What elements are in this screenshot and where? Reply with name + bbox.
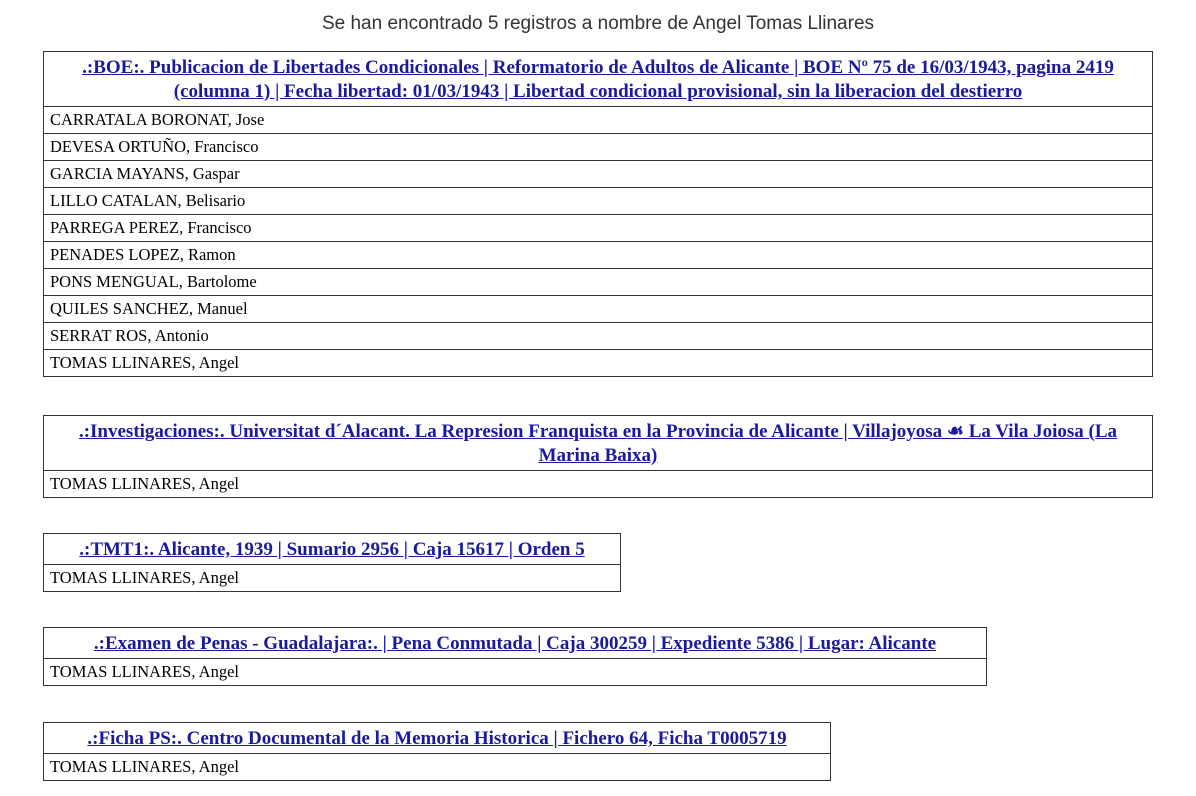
record-table-ficha-ps: .:Ficha PS:. Centro Documental de la Mem… <box>43 722 831 781</box>
record-table-tmt1: .:TMT1:. Alicante, 1939 | Sumario 2956 |… <box>43 533 621 592</box>
results-summary: Se han encontrado 5 registros a nombre d… <box>321 13 875 34</box>
table-row: TOMAS LLINARES, Angel <box>43 753 831 781</box>
record-link-ficha-ps[interactable]: .:Ficha PS:. Centro Documental de la Mem… <box>87 728 786 749</box>
record-header: .:BOE:. Publicacion de Libertades Condic… <box>43 51 1153 107</box>
record-link-examen-penas[interactable]: .:Examen de Penas - Guadalajara:. | Pena… <box>94 633 936 654</box>
table-row: TOMAS LLINARES, Angel <box>43 470 1153 498</box>
record-header: .:Examen de Penas - Guadalajara:. | Pena… <box>43 627 987 659</box>
record-header: .:Investigaciones:. Universitat d´Alacan… <box>43 415 1153 471</box>
record-header: .:TMT1:. Alicante, 1939 | Sumario 2956 |… <box>43 533 621 565</box>
table-row: CARRATALA BORONAT, Jose <box>43 106 1153 134</box>
table-row: DEVESA ORTUÑO, Francisco <box>43 133 1153 161</box>
table-row: GARCIA MAYANS, Gaspar <box>43 160 1153 188</box>
table-row: TOMAS LLINARES, Angel <box>43 658 987 686</box>
table-row: TOMAS LLINARES, Angel <box>43 564 621 592</box>
record-table-investigaciones: .:Investigaciones:. Universitat d´Alacan… <box>43 415 1153 498</box>
record-table-examen-penas: .:Examen de Penas - Guadalajara:. | Pena… <box>43 627 987 686</box>
table-row: PENADES LOPEZ, Ramon <box>43 241 1153 269</box>
table-row: QUILES SANCHEZ, Manuel <box>43 295 1153 323</box>
table-row: SERRAT ROS, Antonio <box>43 322 1153 350</box>
record-link-boe[interactable]: .:BOE:. Publicacion de Libertades Condic… <box>82 57 1114 102</box>
record-header: .:Ficha PS:. Centro Documental de la Mem… <box>43 722 831 754</box>
table-row: LILLO CATALAN, Belisario <box>43 187 1153 215</box>
record-link-investigaciones[interactable]: .:Investigaciones:. Universitat d´Alacan… <box>79 421 1117 466</box>
record-link-tmt1[interactable]: .:TMT1:. Alicante, 1939 | Sumario 2956 |… <box>79 539 584 560</box>
table-row: PARREGA PEREZ, Francisco <box>43 214 1153 242</box>
record-table-boe: .:BOE:. Publicacion de Libertades Condic… <box>43 51 1153 377</box>
table-row: PONS MENGUAL, Bartolome <box>43 268 1153 296</box>
table-row: TOMAS LLINARES, Angel <box>43 349 1153 377</box>
